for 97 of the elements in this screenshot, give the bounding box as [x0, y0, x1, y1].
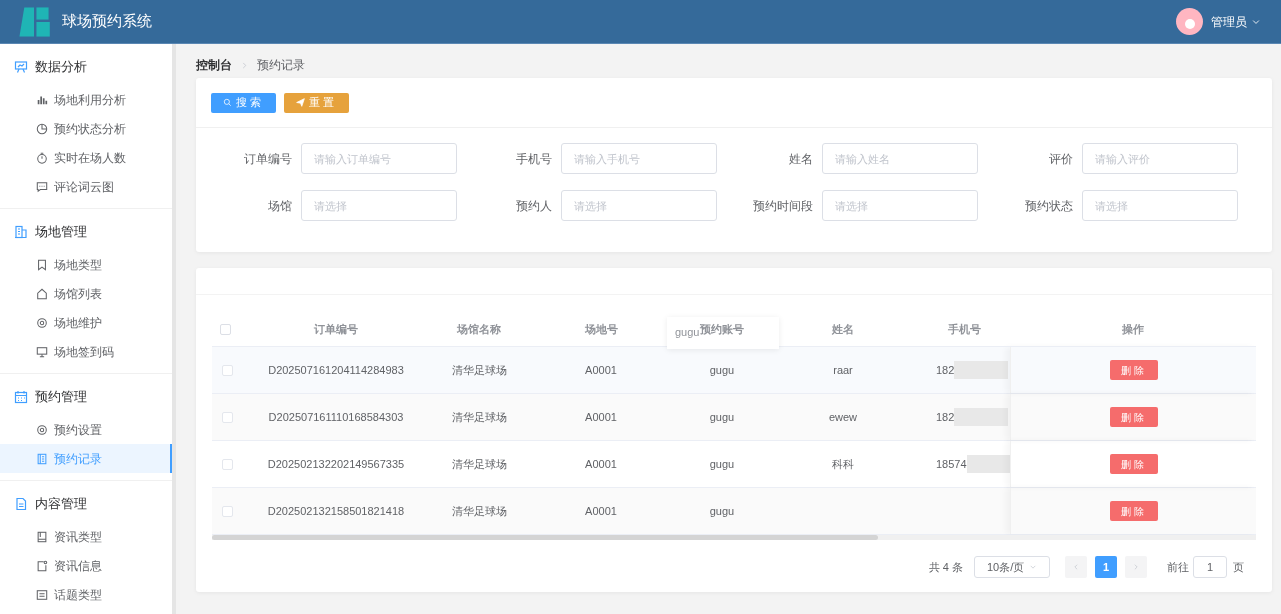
menu-item[interactable]: 场地利用分析 [0, 85, 172, 114]
field-label: 预约状态 [1025, 197, 1073, 215]
column-header: 订单编号 [314, 322, 358, 338]
table-cell-text: D202502132202149567335 [267, 456, 405, 472]
table-cell-text: 清华足球场 [451, 456, 507, 472]
menu-item-icon [36, 287, 48, 300]
checkbox[interactable] [222, 364, 233, 376]
page-suffix: 页 [1233, 559, 1244, 575]
checkbox[interactable] [222, 458, 233, 470]
section-icon [14, 60, 28, 74]
menu-section-title[interactable]: 内容管理 [0, 486, 172, 522]
menu-item-icon [36, 316, 48, 329]
blurred-area [954, 408, 1009, 426]
table-cell-text: gugu [709, 409, 735, 425]
menu-section-title[interactable]: 场地管理 [0, 214, 172, 250]
user-menu[interactable]: 管理员 [1211, 12, 1261, 31]
paper-plane-icon [296, 98, 305, 107]
column-header: 场馆名称 [457, 322, 501, 338]
column-header: 手机号 [947, 322, 981, 338]
menu-item[interactable]: 场地签到码 [0, 337, 172, 366]
table-cell-text: 182 [936, 362, 955, 378]
menu-item[interactable]: 资讯信息 [0, 551, 172, 580]
table-cell-text: A0001 [585, 409, 617, 425]
menu-item[interactable]: 场地类型 [0, 250, 172, 279]
menu-item[interactable]: 评论词云图 [0, 172, 172, 201]
column-header: 预约账号 [700, 322, 744, 338]
page-size-select[interactable]: 10条/页 [974, 556, 1050, 578]
section-icon [14, 225, 28, 239]
search-icon [223, 98, 232, 107]
page-input[interactable]: 1 [1193, 556, 1227, 578]
field-label: 预约人 [516, 197, 552, 215]
menu-item-icon [36, 258, 48, 271]
menu-section-title[interactable]: 数据分析 [0, 49, 172, 85]
blurred-area [954, 361, 1009, 379]
checkbox[interactable] [222, 411, 233, 423]
table-cell-text: gugu [709, 503, 735, 519]
app-title: 球场预约系统 [62, 11, 152, 32]
table-cell-text: 清华足球场 [451, 362, 507, 378]
menu-item-icon [36, 151, 48, 164]
checkbox[interactable] [222, 505, 233, 517]
menu-item-icon [36, 588, 48, 601]
menu-item-icon [36, 423, 48, 436]
field-label: 手机号 [516, 150, 552, 168]
table-cell-text: 18574 [936, 456, 967, 472]
menu-item[interactable]: 实时在场人数 [0, 143, 172, 172]
menu-item-icon [36, 559, 48, 572]
table-cell-text: gugu [709, 362, 735, 378]
tooltip-text: gugu [675, 325, 700, 340]
menu-section-title[interactable]: 预约管理 [0, 379, 172, 415]
menu-item-icon [36, 530, 48, 543]
menu-item[interactable]: 预约状态分析 [0, 114, 172, 143]
table-cell-text: D202507161204114284983 [268, 362, 404, 378]
breadcrumb-item[interactable]: 控制台 [196, 56, 232, 74]
logo-icon [16, 4, 52, 39]
section-icon [14, 497, 28, 511]
table-cell-text: A0001 [585, 503, 617, 519]
menu-item[interactable]: 资讯类型 [0, 522, 172, 551]
table-cell-text: 清华足球场 [451, 409, 507, 425]
field-label: 订单编号 [243, 150, 292, 168]
menu-item-icon [36, 345, 48, 358]
previous-page-button[interactable] [1065, 556, 1087, 578]
table-cell-text: 182 [936, 409, 955, 425]
menu-item-icon [36, 452, 48, 465]
next-page-button[interactable] [1125, 556, 1147, 578]
table-cell-text: gugu [709, 456, 735, 472]
menu-item[interactable]: 话题类型 [0, 580, 172, 609]
table-cell-text: A0001 [585, 456, 617, 472]
column-header: 姓名 [832, 322, 854, 338]
field-label: 评价 [1049, 150, 1073, 168]
menu-item[interactable]: 场地维护 [0, 308, 172, 337]
scrollbar[interactable] [212, 535, 878, 540]
field-label: 预约时间段 [752, 197, 813, 215]
total-count: 共 4 条 [928, 559, 963, 575]
table-cell-text: D202502132158501821418 [267, 503, 405, 519]
table-cell-text: A0001 [585, 362, 617, 378]
breadcrumb-item: 预约记录 [257, 57, 305, 74]
table-cell-text: 清华足球场 [451, 503, 507, 519]
chevron-left-icon [1072, 563, 1080, 571]
chevron-right-icon [240, 60, 249, 70]
table-cell-text: ewew [828, 409, 858, 425]
menu-item-icon [36, 180, 48, 193]
goto-label: 前往 [1167, 559, 1189, 575]
menu-item[interactable]: 预约设置 [0, 415, 172, 444]
table-cell-text: raar [833, 362, 853, 378]
table-cell-text: 科科 [832, 456, 854, 472]
chevron-right-icon [1132, 563, 1140, 571]
column-header: 场地号 [584, 322, 618, 338]
field-label: 姓名 [788, 150, 813, 168]
menu-item-icon [36, 122, 48, 135]
section-icon [14, 390, 28, 404]
menu-item[interactable]: 场馆列表 [0, 279, 172, 308]
chevron-down-icon [1029, 563, 1037, 571]
column-header: 操作 [1122, 322, 1144, 338]
checkbox[interactable] [220, 324, 231, 335]
avatar[interactable] [1176, 8, 1203, 35]
table-cell-text: D202507161110168584303 [268, 409, 404, 425]
field-label: 场馆 [267, 197, 292, 215]
